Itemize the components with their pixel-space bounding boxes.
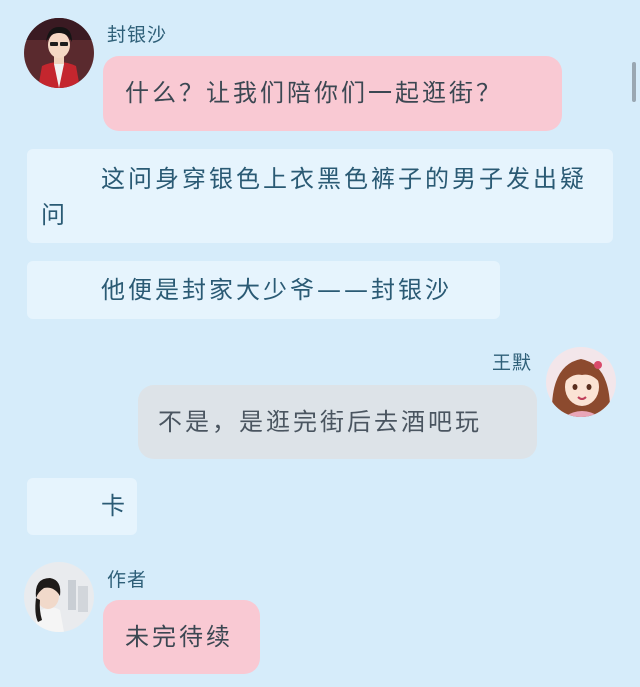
boy-red-vest-avatar-icon bbox=[24, 18, 94, 88]
avatar-wang-mo[interactable] bbox=[546, 347, 616, 417]
sender-name: 封银沙 bbox=[107, 24, 168, 46]
narration-box: 这问身穿银色上衣黑色裤子的男子发出疑问 bbox=[27, 149, 613, 243]
sender-name: 作者 bbox=[107, 569, 148, 591]
message-bubble[interactable]: 不是，是逛完街后去酒吧玩 bbox=[138, 385, 537, 459]
avatar-author[interactable] bbox=[24, 562, 94, 632]
narration-box: 卡 bbox=[27, 478, 137, 535]
girl-brown-hair-avatar-icon bbox=[546, 347, 616, 417]
sender-name: 王默 bbox=[492, 352, 533, 374]
avatar-feng-yinsha[interactable] bbox=[24, 18, 94, 88]
scrollbar[interactable] bbox=[632, 62, 636, 102]
author-photo-avatar-icon bbox=[24, 562, 94, 632]
message-bubble[interactable]: 未完待续 bbox=[103, 600, 260, 674]
narration-box: 他便是封家大少爷——封银沙 bbox=[27, 261, 500, 319]
message-bubble[interactable]: 什么？让我们陪你们一起逛街？ bbox=[103, 56, 562, 131]
